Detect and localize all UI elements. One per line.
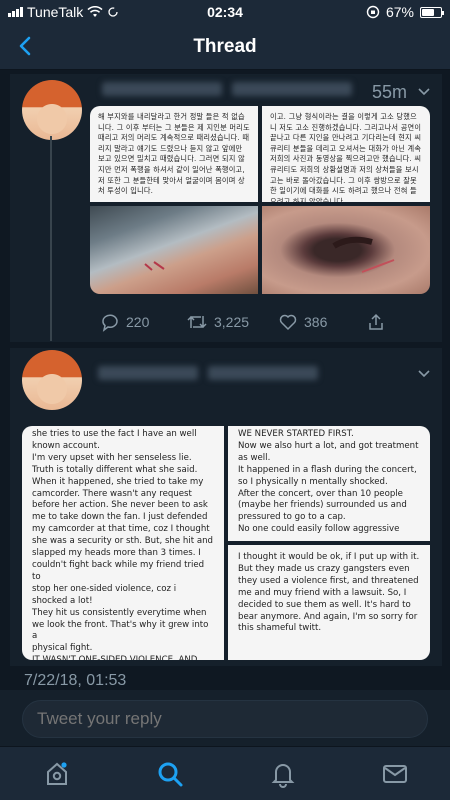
media-text-line: slapped my heads more than 3 times. I bbox=[32, 548, 201, 559]
thread-connector-line bbox=[50, 136, 52, 341]
media-photo-eye-injury[interactable] bbox=[262, 206, 430, 294]
media-text-line: shocked a lot! bbox=[32, 595, 93, 606]
retweet-count: 3,225 bbox=[214, 314, 250, 330]
status-right: 67% bbox=[366, 4, 444, 20]
retweet-button[interactable]: 3,225 bbox=[186, 312, 249, 332]
media-text-line: But they made us crazy gangsters even bbox=[238, 563, 410, 574]
media-left-text: she tries to use the fact I have an well… bbox=[32, 429, 214, 660]
rotation-lock-icon bbox=[366, 5, 380, 19]
media-text-line: pressured to go to a cap. bbox=[238, 512, 346, 523]
media-text-image-left[interactable]: she tries to use the fact I have an well… bbox=[22, 426, 224, 660]
scratch-mark bbox=[332, 236, 395, 273]
battery-icon bbox=[420, 6, 444, 18]
status-bar: TuneTalk 02:34 67% bbox=[0, 0, 450, 24]
media-text-line: After the concert, over than 10 people bbox=[238, 488, 403, 499]
media-text-line: stop her one-sided violence, coz i bbox=[32, 583, 177, 594]
tweet-timestamp: 7/22/18, 01:53 bbox=[24, 672, 127, 689]
media-right-text: 이고. 그냥 형식이라는 결을 이렇게 고소 당했으니 저도 고소 진행하겠습니… bbox=[270, 112, 422, 202]
retweet-icon bbox=[187, 315, 207, 329]
media-text-line: they used a violence first, and threaten… bbox=[238, 575, 419, 586]
media-text-line: I thought it would be ok, if I put up wi… bbox=[238, 552, 420, 562]
blurred-username bbox=[208, 366, 318, 380]
media-right-top-text: WE NEVER STARTED FIRST. Now we also hurt … bbox=[238, 429, 420, 536]
chevron-down-icon[interactable] bbox=[416, 84, 432, 100]
media-text-line: WE NEVER STARTED FIRST. bbox=[238, 429, 354, 439]
blurred-display-name bbox=[102, 82, 222, 96]
reply-input[interactable] bbox=[22, 700, 428, 738]
media-text-line: Truth is totally different what she said… bbox=[32, 464, 198, 475]
media-left-text: 해 부지와를 내리달라고 한거 정말 들은 적 없습니다. 그 이후 부터는 그… bbox=[98, 112, 250, 196]
search-icon[interactable] bbox=[155, 759, 185, 789]
media-text-line: my camcorder at that time, coz I thought bbox=[32, 524, 210, 535]
media-text-line: camcorder. There wasn't any request bbox=[32, 488, 192, 499]
like-button[interactable]: 386 bbox=[278, 312, 327, 332]
media-text-line: When it happened, she tried to take my bbox=[32, 476, 204, 487]
tweet-card-1[interactable]: 55m 해 부지와를 내리달라고 한거 정말 들은 적 없습니다. 그 이후 부… bbox=[10, 74, 442, 342]
nav-bar: Thread bbox=[0, 24, 450, 70]
media-text-line: IT WASN'T ONE-SIDED VIOLENCE, AND bbox=[32, 655, 214, 660]
media-text-line: before her action. She never been to ask bbox=[32, 500, 208, 511]
tweet-actions: 220 3,225 386 bbox=[100, 310, 400, 334]
reply-bar bbox=[0, 690, 450, 746]
tweet-media-grid[interactable]: 해 부지와를 내리달라고 한거 정말 들은 적 없습니다. 그 이후 부터는 그… bbox=[90, 106, 430, 294]
media-text-line: Now we also hurt a lot, and got treatmen… bbox=[238, 440, 419, 451]
media-text-line: It happened in a flash during the concer… bbox=[238, 464, 417, 475]
blurred-display-name bbox=[98, 366, 198, 380]
media-right-bottom-text: I thought it would be ok, if I put up wi… bbox=[238, 548, 420, 635]
media-text-line: I'm very upset with her senseless lie. bbox=[32, 452, 192, 463]
media-text-line: this shameful twitt. bbox=[238, 623, 322, 634]
media-text-line: decided to sue them as well. It's hard t… bbox=[238, 599, 411, 610]
share-button[interactable] bbox=[366, 312, 386, 332]
media-text-line: physical fight. bbox=[32, 643, 93, 654]
tweet-time: 55m bbox=[372, 82, 408, 102]
scratch-mark bbox=[144, 261, 165, 271]
messages-mail-icon[interactable] bbox=[380, 759, 410, 789]
share-icon bbox=[369, 313, 383, 330]
avatar[interactable] bbox=[22, 350, 82, 410]
bottom-tab-bar bbox=[0, 746, 450, 800]
like-count: 386 bbox=[304, 314, 328, 330]
media-text-line: (maybe her friends) surrounded us and bbox=[238, 500, 407, 511]
media-text-line: we look the front. That's why it grew in… bbox=[32, 619, 209, 642]
media-text-line: couldn't fight back while my friend trie… bbox=[32, 559, 205, 582]
blurred-username bbox=[232, 82, 352, 96]
home-icon[interactable] bbox=[42, 759, 72, 789]
avatar[interactable] bbox=[22, 80, 82, 140]
battery-percent: 67% bbox=[385, 4, 414, 20]
media-text-line: No one could easily follow aggressive bbox=[238, 524, 400, 535]
media-text-line: They hit us consistently everytime when bbox=[32, 607, 207, 618]
media-text-image-right-top[interactable]: WE NEVER STARTED FIRST. Now we also hurt … bbox=[228, 426, 430, 541]
notifications-bell-icon[interactable] bbox=[268, 759, 298, 789]
media-text-image-left[interactable]: 해 부지와를 내리달라고 한거 정말 들은 적 없습니다. 그 이후 부터는 그… bbox=[90, 106, 258, 202]
chevron-down-icon[interactable] bbox=[416, 366, 432, 382]
media-text-line: as well. bbox=[238, 452, 271, 463]
tweet-card-2[interactable]: she tries to use the fact I have an well… bbox=[10, 348, 442, 666]
reply-icon bbox=[102, 314, 118, 332]
media-text-line: me and muy friend with a lawsuit. So, I bbox=[238, 587, 407, 598]
reply-count: 220 bbox=[126, 314, 150, 330]
page-title: Thread bbox=[193, 36, 257, 57]
media-text-line: me to take down the fan. I just defended bbox=[32, 512, 208, 523]
media-text-line: she tries to use the fact I have an well bbox=[32, 429, 197, 439]
media-text-line: so I physically n mentally shocked. bbox=[238, 476, 388, 487]
media-photo-arm-injury[interactable] bbox=[90, 206, 258, 294]
media-text-line: she was a security or sth. But, she hit … bbox=[32, 536, 213, 547]
tweet-media-grid[interactable]: she tries to use the fact I have an well… bbox=[22, 426, 430, 660]
reply-button[interactable]: 220 bbox=[100, 312, 149, 332]
heart-icon bbox=[279, 314, 297, 331]
media-text-line: known account. bbox=[32, 440, 100, 451]
media-text-image-right-bottom[interactable]: I thought it would be ok, if I put up wi… bbox=[228, 545, 430, 660]
media-text-image-right[interactable]: 이고. 그냥 형식이라는 결을 이렇게 고소 당했으니 저도 고소 진행하겠습니… bbox=[262, 106, 430, 202]
media-text-line: bear anymore. And again, I'm so sorry fo… bbox=[238, 611, 418, 622]
